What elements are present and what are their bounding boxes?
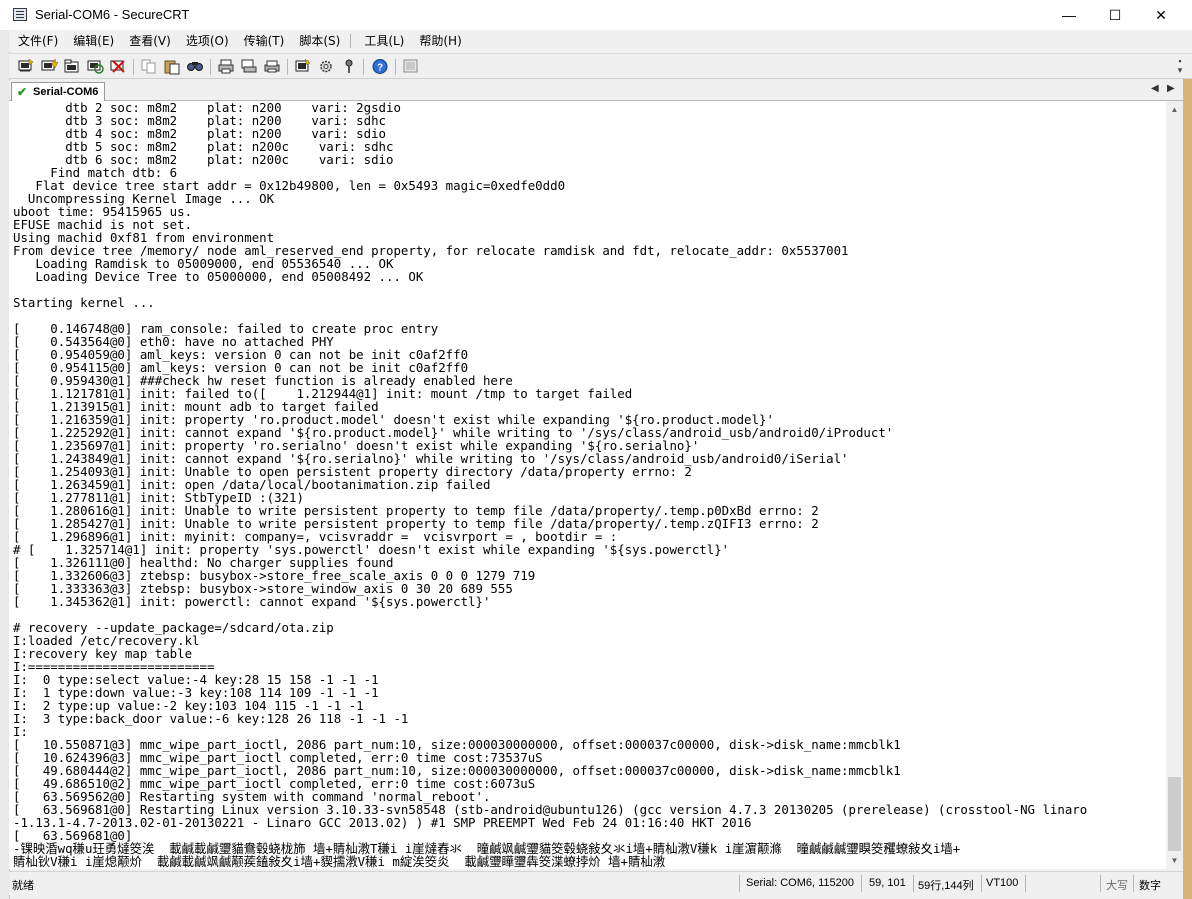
menu-file[interactable]: 文件(F) [9, 30, 64, 52]
toolbar-separator [363, 59, 364, 75]
menu-help[interactable]: 帮助(H) [410, 30, 467, 52]
status-separator [861, 875, 862, 892]
keymap-icon[interactable] [340, 58, 358, 75]
tab-scroll-right-icon[interactable]: ▶ [1167, 83, 1175, 94]
connected-check-icon: ✔ [17, 85, 28, 99]
status-serial: Serial: COM6, 115200 [746, 877, 855, 889]
sftp-icon[interactable] [402, 58, 420, 75]
session-options-icon[interactable] [294, 58, 312, 75]
minimize-button[interactable]: — [1046, 0, 1092, 30]
svg-text:?: ? [377, 63, 383, 74]
menu-bar: 文件(F) 编辑(E) 查看(V) 选项(O) 传输(T) 脚本(S) 工具(L… [9, 30, 1192, 52]
status-separator [913, 875, 914, 892]
connect-icon[interactable] [17, 58, 35, 75]
tab-label: Serial-COM6 [33, 86, 99, 98]
print-icon[interactable] [217, 58, 235, 75]
maximize-button[interactable]: ☐ [1092, 0, 1138, 30]
toolbar: ? ▪ ▾ [9, 53, 1192, 79]
menu-transfer[interactable]: 传输(T) [235, 30, 291, 52]
menu-edit[interactable]: 编辑(E) [64, 30, 120, 52]
global-options-icon[interactable] [317, 58, 335, 75]
terminal-output[interactable]: dtb 2 soc: m8m2 plat: n200 vari: 2gsdio … [9, 101, 1166, 869]
app-icon[interactable] [13, 8, 27, 21]
quick-connect-icon[interactable] [40, 58, 59, 75]
status-ready: 就绪 [12, 880, 34, 892]
reconnect-icon[interactable] [86, 58, 104, 75]
menu-tools[interactable]: 工具(L) [355, 30, 410, 52]
scroll-up-icon[interactable]: ▲ [1166, 101, 1183, 118]
status-separator [1100, 875, 1101, 892]
status-separator [739, 875, 740, 892]
status-bar: 就绪 Serial: COM6, 115200 59, 101 59行,144列… [9, 871, 1183, 895]
close-button[interactable]: ✕ [1138, 0, 1184, 30]
status-separator [981, 875, 982, 892]
session-tab-bar: ✔ Serial-COM6 ◀ ▶ [9, 80, 1183, 101]
toolbar-separator [133, 59, 134, 75]
print-setup-icon[interactable] [263, 58, 281, 75]
menu-script[interactable]: 脚本(S) [290, 30, 346, 52]
menu-view[interactable]: 查看(V) [120, 30, 177, 52]
menu-separator [350, 34, 352, 48]
toolbar-separator [287, 59, 288, 75]
help-icon[interactable]: ? [371, 58, 389, 75]
paste-icon[interactable] [163, 58, 181, 75]
desktop-background-right [1183, 77, 1192, 899]
terminal-text: dtb 2 soc: m8m2 plat: n200 vari: 2gsdio … [13, 101, 1088, 869]
vertical-scrollbar[interactable]: ▲ ▼ [1166, 101, 1183, 869]
toolbar-separator [395, 59, 396, 75]
securecrt-window: Serial-COM6 - SecureCRT — ☐ ✕ 文件(F) 编辑(E… [0, 0, 1192, 899]
scroll-down-icon[interactable]: ▼ [1166, 852, 1183, 869]
status-emulation: VT100 [986, 877, 1019, 889]
tab-scroll-left-icon[interactable]: ◀ [1151, 83, 1159, 94]
status-terminal-size: 59行,144列 [918, 880, 974, 892]
window-title: Serial-COM6 - SecureCRT [35, 7, 190, 22]
status-separator [1133, 875, 1134, 892]
find-icon[interactable] [186, 58, 204, 75]
title-bar[interactable]: Serial-COM6 - SecureCRT — ☐ ✕ [0, 0, 1192, 30]
status-num-lock: 数字 [1139, 880, 1161, 892]
status-separator [1025, 875, 1026, 892]
status-caps-lock: 大写 [1106, 880, 1128, 892]
toolbar-overflow-icon[interactable]: ▪ ▾ [1176, 57, 1184, 75]
disconnect-icon[interactable] [109, 58, 127, 75]
connect-in-tab-icon[interactable] [63, 58, 81, 75]
toolbar-separator [210, 59, 211, 75]
copy-icon[interactable] [140, 58, 158, 75]
scrollbar-thumb[interactable] [1168, 777, 1181, 851]
print-screen-icon[interactable] [240, 58, 258, 75]
tab-serial-com6[interactable]: ✔ Serial-COM6 [11, 82, 105, 101]
status-cursor-position: 59, 101 [869, 877, 906, 889]
menu-options[interactable]: 选项(O) [177, 30, 235, 52]
